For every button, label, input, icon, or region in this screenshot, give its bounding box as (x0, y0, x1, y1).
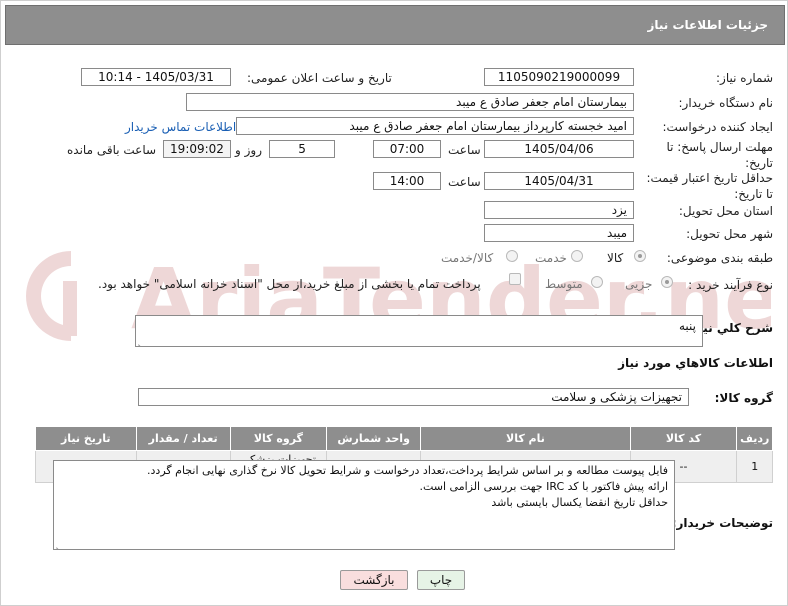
city-label: شهر محل تحویل: (686, 227, 773, 241)
treasury-payment-checkbox[interactable] (509, 273, 521, 285)
deadline-time-label: ساعت (448, 143, 481, 157)
buyer-notes-label: توضیحات خریدار: (671, 516, 773, 530)
need-number-label: شماره نیاز: (716, 71, 773, 85)
back-button[interactable]: بازگشت (340, 570, 408, 590)
category-option-service: خدمت (535, 251, 567, 265)
remaining-time-field: 19:09:02 (163, 140, 231, 158)
col-unit: واحد شمارش (326, 426, 422, 451)
col-group: گروه کالا (229, 426, 328, 451)
creator-field: امید خجسته کارپرداز بیمارستان امام جعفر … (236, 117, 634, 135)
page-header: جزئیات اطلاعات نیاز (5, 5, 785, 45)
col-row: ردیف (736, 426, 773, 451)
contact-buyer-link[interactable]: اطلاعات تماس خریدار (125, 120, 236, 134)
buyer-org-field: بیمارستان امام جعفر صادق ع میبد (186, 93, 634, 111)
process-radio-minor[interactable] (661, 276, 673, 288)
validity-label: حداقل تاریخ اعتبار قیمت: تا تاریخ: (646, 170, 773, 202)
province-field: یزد (484, 201, 634, 219)
buyer-notes-textarea[interactable]: فایل پیوست مطالعه و بر اساس شرایط پرداخت… (53, 460, 675, 550)
col-qty: تعداد / مقدار (135, 426, 231, 451)
col-name: نام کالا (420, 426, 631, 451)
summary-text: پنبه (678, 319, 696, 333)
creator-label: ایجاد کننده درخواست: (662, 120, 773, 134)
deadline-label-line2: تاریخ: (745, 156, 773, 170)
announce-field: 1405/03/31 - 10:14 (81, 68, 231, 86)
deadline-time-field: 07:00 (373, 140, 441, 158)
resize-handle-icon[interactable] (56, 540, 64, 548)
city-field: میبد (484, 224, 634, 242)
remaining-label: ساعت باقی مانده (67, 143, 157, 157)
cell-row: 1 (736, 450, 773, 483)
print-button[interactable]: چاپ (417, 570, 465, 590)
validity-label-line1: حداقل تاریخ اعتبار قیمت: (646, 171, 773, 185)
validity-time-field: 14:00 (373, 172, 441, 190)
province-label: استان محل تحویل: (678, 204, 773, 218)
announce-label: تاریخ و ساعت اعلان عمومی: (247, 71, 392, 85)
process-radio-medium[interactable] (591, 276, 603, 288)
days-label: روز و (235, 143, 262, 157)
buyer-notes-line: حداقل تاریخ انقضا یکسال بایستی باشد (491, 496, 668, 509)
goods-group-field: تجهیزات پزشکی و سلامت (138, 388, 689, 406)
resize-handle-icon[interactable] (138, 337, 146, 345)
validity-time-label: ساعت (448, 175, 481, 189)
category-radio-goods[interactable] (634, 250, 646, 262)
process-label: نوع فرآیند خرید : (688, 278, 773, 292)
page: جزئیات اطلاعات نیاز AriaTender.neT شماره… (0, 0, 788, 606)
goods-group-label: گروه کالا: (714, 391, 773, 405)
deadline-date-field: 1405/04/06 (484, 140, 634, 158)
validity-label-line2: تا تاریخ: (734, 187, 773, 201)
category-option-goods-service: کالا/خدمت (441, 251, 494, 265)
category-option-goods: کالا (607, 251, 624, 265)
page-title: جزئیات اطلاعات نیاز (647, 18, 768, 32)
payment-note: پرداخت تمام یا بخشی از مبلغ خرید،از محل … (98, 277, 481, 291)
process-option-minor: جزیی (625, 277, 653, 291)
category-label: طبقه بندی موضوعی: (666, 251, 773, 265)
validity-date-field: 1405/04/31 (484, 172, 634, 190)
col-code: کد کالا (629, 426, 738, 451)
col-date: تاریخ نیاز (35, 426, 137, 451)
category-radio-goods-service[interactable] (506, 250, 518, 262)
buyer-notes-line: ارائه پیش فاکتور با کد IRC جهت بررسی الز… (419, 480, 668, 493)
deadline-label-line1: مهلت ارسال پاسخ: تا (666, 140, 773, 154)
need-number-field: 1105090219000099 (484, 68, 634, 86)
buyer-org-label: نام دستگاه خریدار: (678, 96, 774, 110)
table-header-row: ردیف کد کالا نام کالا واحد شمارش گروه کا… (35, 426, 773, 451)
category-radio-service[interactable] (571, 250, 583, 262)
days-field: 5 (269, 140, 335, 158)
goods-info-title: اطلاعات کالاهاي مورد نياز (618, 356, 773, 370)
buyer-notes-line: فایل پیوست مطالعه و بر اساس شرایط پرداخت… (147, 464, 668, 477)
summary-textarea[interactable]: پنبه (135, 315, 703, 347)
deadline-label: مهلت ارسال پاسخ: تا تاریخ: (666, 139, 773, 171)
process-option-medium: متوسط (545, 277, 583, 291)
